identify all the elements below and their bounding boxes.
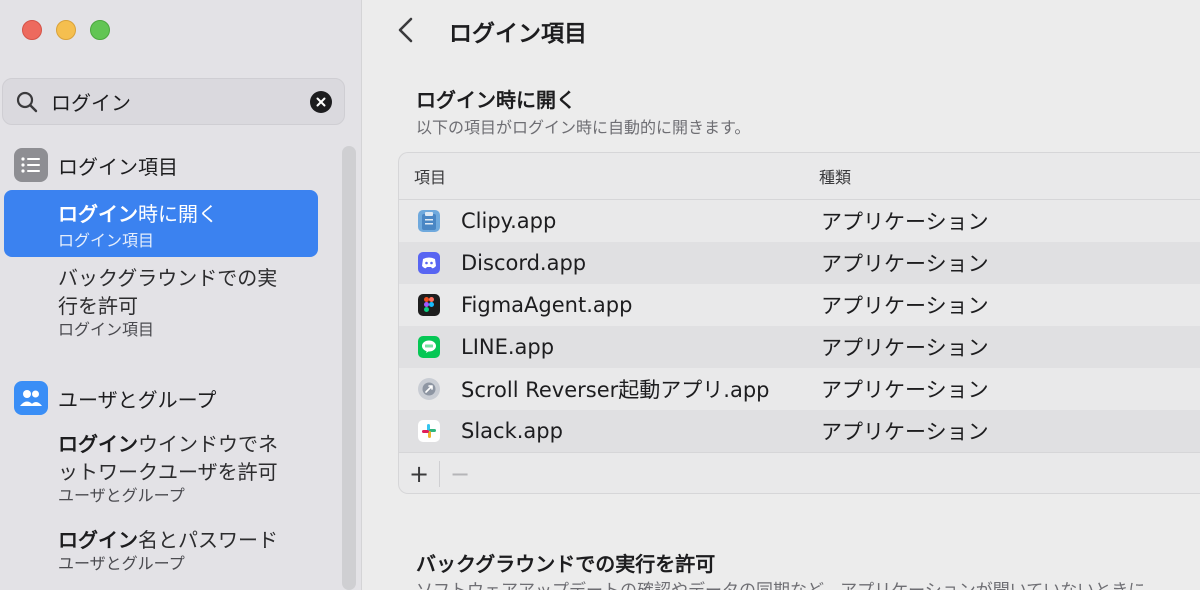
table-row[interactable]: Slack.app アプリケーション (399, 410, 1200, 452)
app-name: Slack.app (461, 419, 563, 443)
table-row[interactable]: Scroll Reverser起動アプリ.app アプリケーション (399, 368, 1200, 410)
window-controls (22, 20, 110, 40)
table-footer: + − (399, 452, 1200, 493)
main-pane: ログイン項目 ログイン時に開く 以下の項目がログイン時に自動的に開きます。 項目… (363, 0, 1200, 590)
clipy-icon (418, 210, 440, 232)
users-icon (14, 381, 48, 415)
sidebar-item-title: ログイン時に開く (58, 202, 218, 226)
sidebar-item-background-allow[interactable]: バックグラウンドでの実 行を許可 ログイン項目 (58, 264, 308, 340)
app-name: Clipy.app (461, 209, 557, 233)
add-item-button[interactable]: + (399, 459, 439, 489)
page-title: ログイン項目 (449, 21, 587, 47)
column-header-item[interactable]: 項目 (414, 164, 446, 188)
app-kind: アプリケーション (821, 378, 989, 402)
zoom-window-button[interactable] (90, 20, 110, 40)
sidebar: ログイン ログイン項目 ログイン時に開く ログイン項目 バックグラウンドでの実 … (0, 0, 362, 590)
sidebar-item-title-line2: ットワークユーザを許可 (58, 460, 278, 484)
table-header: 項目 種類 (399, 153, 1200, 200)
app-kind: アプリケーション (821, 336, 989, 360)
background-allow-heading: バックグラウンドでの実行を許可 (416, 552, 716, 576)
table-row[interactable]: Clipy.app アプリケーション (399, 200, 1200, 242)
app-kind: アプリケーション (821, 210, 989, 234)
sidebar-item-subtitle: ユーザとグループ (58, 554, 185, 573)
table-row[interactable]: FigmaAgent.app アプリケーション (399, 284, 1200, 326)
remove-item-button[interactable]: − (440, 459, 480, 489)
sidebar-section-login-items[interactable]: ログイン項目 (14, 148, 178, 182)
discord-icon (418, 252, 440, 274)
slack-icon (418, 420, 440, 442)
open-at-login-description: 以下の項目がログイン時に自動的に開きます。 (416, 118, 751, 137)
clear-search-icon[interactable] (310, 90, 332, 113)
sidebar-section-label: ユーザとグループ (58, 387, 217, 412)
list-icon (14, 148, 48, 182)
app-kind: アプリケーション (821, 294, 989, 318)
sidebar-section-label: ログイン項目 (58, 154, 178, 179)
table-row[interactable]: LINE.app アプリケーション (399, 326, 1200, 368)
search-input[interactable]: ログイン (51, 87, 310, 116)
sidebar-item-login-name-password[interactable]: ログイン名とパスワード ユーザとグループ (58, 526, 308, 574)
scroll-reverser-icon (418, 378, 440, 400)
sidebar-item-title-line2: 行を許可 (58, 294, 138, 318)
app-name: FigmaAgent.app (461, 293, 633, 317)
sidebar-scrollbar[interactable] (342, 146, 356, 590)
login-items-table: 項目 種類 Clipy.app アプリケーション Discord.app アプリ… (398, 152, 1200, 494)
line-icon (418, 336, 440, 358)
back-chevron-icon[interactable] (395, 16, 417, 44)
search-field[interactable]: ログイン (2, 78, 345, 125)
background-allow-description: ソフトウェアアップデートの確認やデータの同期など、アプリケーションが開いていない… (416, 576, 1145, 590)
sidebar-section-users-groups[interactable]: ユーザとグループ (14, 381, 216, 415)
app-name: Discord.app (461, 251, 587, 275)
sidebar-item-subtitle: ログイン項目 (58, 231, 155, 250)
sidebar-item-login-window-network-users[interactable]: ログインウインドウでネ ットワークユーザを許可 ユーザとグループ (58, 430, 308, 506)
open-at-login-heading: ログイン時に開く (416, 88, 576, 112)
sidebar-item-title: ログインウインドウでネ (58, 432, 278, 456)
figma-icon (418, 294, 440, 316)
app-kind: アプリケーション (821, 252, 989, 276)
app-name: Scroll Reverser起動アプリ.app (461, 378, 770, 402)
sidebar-item-subtitle: ログイン項目 (58, 320, 155, 339)
sidebar-item-subtitle: ユーザとグループ (58, 486, 185, 505)
sidebar-item-title: バックグラウンドでの実 (58, 266, 278, 290)
app-name: LINE.app (461, 335, 555, 359)
minimize-window-button[interactable] (56, 20, 76, 40)
table-row[interactable]: Discord.app アプリケーション (399, 242, 1200, 284)
sidebar-item-open-at-login[interactable]: ログイン時に開く ログイン項目 (4, 190, 318, 257)
search-icon (16, 91, 38, 112)
app-kind: アプリケーション (821, 420, 989, 444)
column-header-kind[interactable]: 種類 (819, 164, 851, 188)
sidebar-item-title: ログイン名とパスワード (58, 528, 278, 552)
close-window-button[interactable] (22, 20, 42, 40)
